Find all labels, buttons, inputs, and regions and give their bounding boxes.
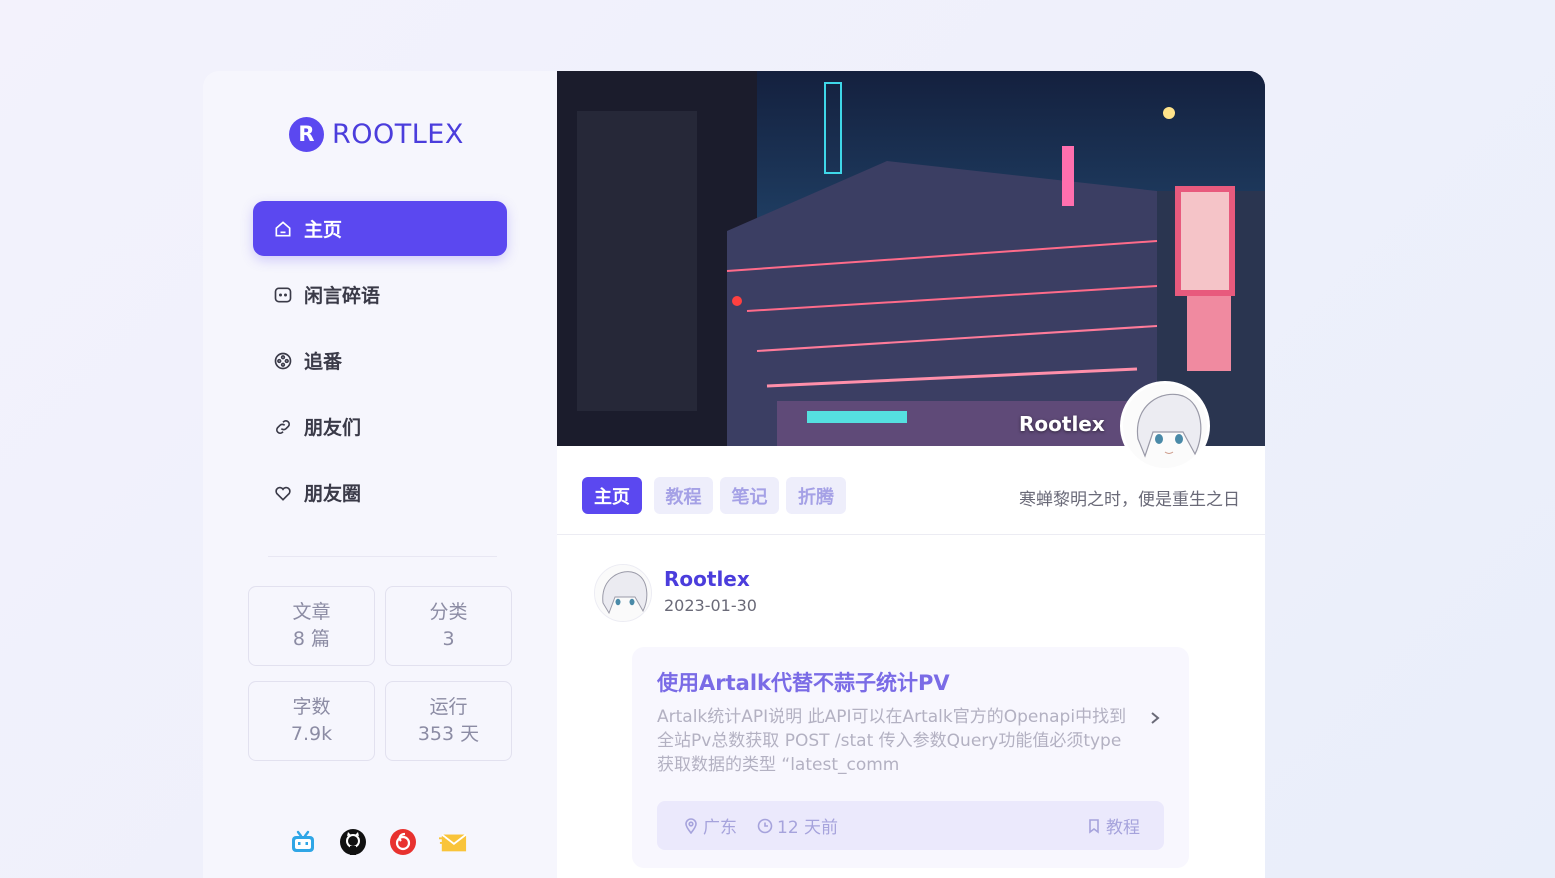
- post-time-text: 12 天前: [777, 818, 839, 838]
- chevron-right-icon[interactable]: [1148, 711, 1162, 725]
- post-date: 2023-01-30: [664, 596, 757, 615]
- sidebar-item-label: 追番: [304, 351, 343, 373]
- stat-label: 文章: [292, 601, 331, 623]
- logo-mark-icon: R: [289, 116, 324, 152]
- bilibili-icon[interactable]: [289, 828, 317, 856]
- stat-articles[interactable]: 文章 8 篇: [248, 586, 375, 666]
- mail-icon[interactable]: [439, 828, 467, 856]
- post-time: 12 天前: [757, 813, 838, 838]
- tab-notes[interactable]: 笔记: [720, 477, 779, 514]
- banner-author-name: Rootlex: [1019, 412, 1105, 436]
- sidebar-item-anime[interactable]: 追番: [253, 333, 507, 388]
- sidebar-item-label: 主页: [304, 219, 343, 241]
- site-name: ROOTLEX: [332, 118, 464, 150]
- sidebar-item-home[interactable]: 主页: [253, 201, 507, 256]
- stat-value: 353 天: [417, 723, 480, 745]
- main-content: Rootlex 主页 教程 笔记 折腾 寒蝉黎明之时，便是重生之日 Rootle…: [557, 71, 1265, 878]
- sidebar-nav: 主页 闲言碎语 追番 朋友们 朋友圈: [253, 201, 507, 531]
- sidebar-item-label: 朋友圈: [304, 483, 362, 505]
- post-category[interactable]: 教程: [1086, 813, 1140, 838]
- stat-categories[interactable]: 分类 3: [385, 586, 512, 666]
- sidebar-divider: [268, 556, 497, 557]
- post-location: 广东: [683, 813, 737, 838]
- map-pin-icon: [685, 817, 697, 834]
- stat-label: 运行: [429, 696, 468, 718]
- github-icon[interactable]: [339, 828, 367, 856]
- home-icon: [275, 220, 291, 236]
- tab-tutorial[interactable]: 教程: [654, 477, 713, 514]
- sidebar-item-murmur[interactable]: 闲言碎语: [253, 267, 507, 322]
- sidebar-item-friends[interactable]: 朋友们: [253, 399, 507, 454]
- stat-value: 8 篇: [292, 628, 331, 650]
- chat-icon: [274, 287, 292, 302]
- stat-label: 字数: [292, 696, 331, 718]
- heart-icon: [275, 486, 291, 501]
- stat-uptime[interactable]: 运行 353 天: [385, 681, 512, 761]
- post-card[interactable]: 使用Artalk代替不蒜子统计PV Artalk统计API说明 此API可以在A…: [632, 647, 1189, 868]
- stat-value: 3: [442, 628, 455, 650]
- link-icon: [276, 419, 290, 434]
- clock-icon: [757, 818, 773, 833]
- site-logo[interactable]: R ROOTLEX: [289, 116, 464, 152]
- post-title[interactable]: 使用Artalk代替不蒜子统计PV: [657, 667, 950, 697]
- post-author-avatar[interactable]: [594, 564, 652, 622]
- stat-label: 分类: [429, 601, 468, 623]
- sidebar-item-moments[interactable]: 朋友圈: [253, 465, 507, 520]
- tab-home[interactable]: 主页: [582, 477, 642, 514]
- post-excerpt: Artalk统计API说明 此API可以在Artalk官方的Openapi中找到…: [657, 707, 1127, 775]
- post-author-name[interactable]: Rootlex: [664, 567, 750, 591]
- sidebar-item-label: 朋友们: [304, 417, 362, 439]
- stat-words[interactable]: 字数 7.9k: [248, 681, 375, 761]
- tab-tinker[interactable]: 折腾: [786, 477, 846, 514]
- netease-music-icon[interactable]: [389, 828, 417, 856]
- social-links: [289, 828, 489, 856]
- sidebar-item-label: 闲言碎语: [304, 285, 381, 307]
- category-tabbar: 主页 教程 笔记 折腾 寒蝉黎明之时，便是重生之日: [557, 446, 1265, 535]
- site-motto: 寒蝉黎明之时，便是重生之日: [1019, 490, 1240, 510]
- film-reel-icon: [274, 352, 292, 369]
- stat-value: 7.9k: [290, 723, 333, 745]
- sidebar: R ROOTLEX 主页 闲言碎语 追番 朋友们 朋友圈 文章 8 篇 分类 3: [203, 71, 557, 878]
- bookmark-icon: [1089, 818, 1099, 834]
- post-category-text: 教程: [1106, 818, 1140, 838]
- post-meta-bar: 广东 12 天前 教程: [657, 801, 1164, 850]
- post-location-text: 广东: [703, 818, 737, 838]
